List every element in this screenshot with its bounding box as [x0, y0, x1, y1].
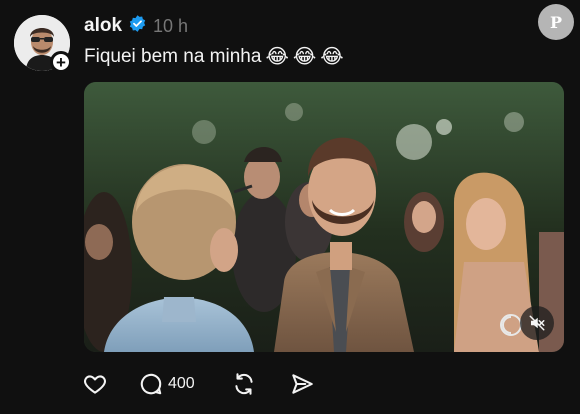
- reply-button[interactable]: 400: [138, 371, 195, 397]
- like-button[interactable]: [82, 371, 108, 397]
- post-video[interactable]: [84, 82, 564, 352]
- verified-badge-icon: [128, 14, 147, 38]
- post-action-bar: 400: [82, 370, 315, 398]
- site-watermark-badge: P: [538, 4, 574, 40]
- laughing-emoji: 😂: [320, 46, 344, 68]
- laughing-emoji: 😂: [292, 46, 317, 68]
- watermark-mark: P: [549, 12, 563, 32]
- post-timestamp: 10 h: [153, 15, 189, 36]
- mute-toggle-button[interactable]: [520, 306, 554, 340]
- repost-icon: [235, 373, 253, 395]
- post-header: alok 10 h: [84, 15, 188, 37]
- laughing-emoji: 😂: [265, 46, 289, 68]
- video-frame: [84, 82, 564, 352]
- comment-icon: [140, 373, 162, 395]
- repost-button[interactable]: [231, 371, 257, 397]
- reply-count: 400: [168, 375, 195, 392]
- send-icon: [292, 374, 313, 394]
- follow-button[interactable]: +: [50, 51, 72, 73]
- heart-icon: [84, 375, 106, 394]
- post-caption: Fiquei bem na minha 😂 😂 😂: [84, 44, 344, 69]
- caption-text: Fiquei bem na minha: [84, 45, 262, 67]
- speaker-muted-icon: [529, 315, 545, 331]
- share-button[interactable]: [289, 371, 315, 397]
- avatar-wrap: +: [14, 15, 72, 73]
- username[interactable]: alok: [84, 15, 122, 37]
